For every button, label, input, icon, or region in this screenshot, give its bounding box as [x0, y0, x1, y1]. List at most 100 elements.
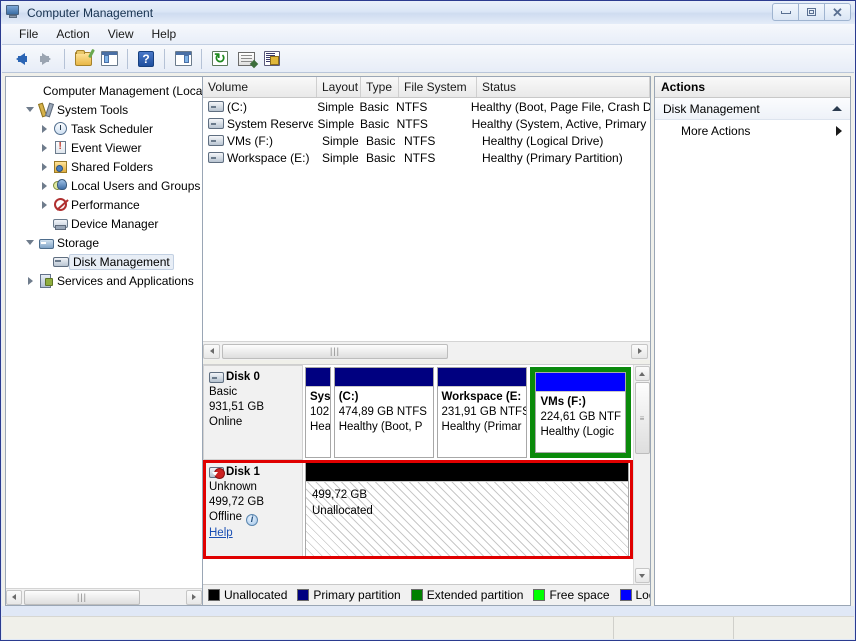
disk1-info[interactable]: Disk 1 Unknown 499,72 GB Offlinei Help: [203, 460, 303, 559]
forward-button[interactable]: [34, 47, 58, 71]
tree-item-storage[interactable]: Storage: [6, 233, 202, 252]
legend-swatch-icon: [297, 589, 309, 601]
action-more-actions[interactable]: More Actions: [655, 120, 850, 142]
partition-c-drive[interactable]: (C:) 474,89 GB NTFS Healthy (Boot, P: [334, 367, 434, 458]
vollist-scroll-thumb[interactable]: |||: [222, 344, 448, 359]
chevron-down-icon[interactable]: [23, 240, 37, 245]
volume-row[interactable]: System ReservedSimpleBasicNTFSHealthy (S…: [203, 115, 650, 132]
info-icon[interactable]: i: [246, 514, 258, 526]
tree-item-shared-folders[interactable]: Shared Folders: [6, 157, 202, 176]
chevron-right-icon[interactable]: [37, 125, 51, 133]
column-header-status[interactable]: Status: [477, 77, 650, 97]
partition-workspace-e[interactable]: Workspace (E: 231,91 GB NTFS Healthy (Pr…: [437, 367, 528, 458]
disk-canvas: Disk 0 Basic 931,51 GB Online Syst: [203, 365, 633, 584]
column-header-layout[interactable]: Layout: [317, 77, 361, 97]
toolbar-separator-2: [127, 49, 128, 69]
disk-scroll-down-button[interactable]: [635, 568, 650, 583]
volume-list-horizontal-scrollbar[interactable]: |||: [203, 341, 650, 360]
partition-text: Workspace (E: 231,91 GB NTFS Healthy (Pr…: [438, 386, 527, 457]
event-viewer-icon: [51, 141, 69, 154]
menu-view[interactable]: View: [99, 25, 143, 43]
menu-bar: File Action View Help: [2, 24, 854, 45]
column-header-type[interactable]: Type: [361, 77, 399, 97]
disk0-info[interactable]: Disk 0 Basic 931,51 GB Online: [203, 365, 303, 460]
partition-name: Workspace (E:: [442, 390, 523, 405]
properties-button[interactable]: [234, 47, 258, 71]
tree-scroll-left-button[interactable]: [6, 590, 22, 605]
tree-item-task-scheduler[interactable]: Task Scheduler: [6, 119, 202, 138]
unallocated-space-block[interactable]: 499,72 GB Unallocated: [305, 462, 629, 557]
volume-cell-status: Healthy (System, Active, Primary P: [467, 117, 650, 131]
disk-scroll-up-button[interactable]: [635, 366, 650, 381]
column-header-volume[interactable]: Volume: [203, 77, 317, 97]
chevron-right-icon[interactable]: [37, 201, 51, 209]
disk-row-disk0[interactable]: Disk 0 Basic 931,51 GB Online Syst: [203, 365, 633, 460]
export-list-button[interactable]: [260, 47, 284, 71]
chevron-right-icon[interactable]: [23, 277, 37, 285]
menu-file[interactable]: File: [10, 25, 47, 43]
volume-row[interactable]: Workspace (E:)SimpleBasicNTFSHealthy (Pr…: [203, 149, 650, 166]
chevron-down-icon[interactable]: [23, 107, 37, 112]
tree-item-label: Shared Folders: [69, 160, 153, 174]
column-header-file-system[interactable]: File System: [399, 77, 477, 97]
legend-label: Extended partition: [427, 588, 524, 602]
chevron-right-icon[interactable]: [37, 182, 51, 190]
extended-partition-frame: VMs (F:) 224,61 GB NTF Healthy (Logic: [530, 367, 631, 458]
help-button[interactable]: ?: [134, 47, 158, 71]
actions-pane-title: Actions: [655, 77, 850, 98]
grip-icon: |||: [77, 593, 87, 602]
chevron-right-icon[interactable]: [37, 144, 51, 152]
volume-cell-text: Basic: [360, 117, 389, 131]
minimize-button[interactable]: [772, 3, 799, 21]
column-header-label: Status: [482, 80, 516, 94]
menu-action[interactable]: Action: [47, 25, 98, 43]
graphical-disk-view: Disk 0 Basic 931,51 GB Online Syst: [203, 364, 650, 584]
vollist-scroll-right-button[interactable]: [631, 344, 648, 359]
tree-item-computer-management-local[interactable]: Computer Management (Local: [6, 81, 202, 100]
minimize-icon: [781, 11, 791, 14]
volume-cell-type: Basic: [361, 134, 399, 148]
computer-icon: [23, 85, 41, 97]
chevron-right-icon[interactable]: [37, 163, 51, 171]
partition-vms-f[interactable]: VMs (F:) 224,61 GB NTF Healthy (Logic: [535, 372, 626, 453]
tree-item-system-tools[interactable]: System Tools: [6, 100, 202, 119]
volume-cell-type: Basic: [355, 117, 392, 131]
partition-system-reserved[interactable]: Syst 102 Hea: [305, 367, 331, 458]
tree-horizontal-scrollbar[interactable]: |||: [6, 588, 202, 605]
legend-label: Free space: [549, 588, 609, 602]
title-bar[interactable]: Computer Management ✕: [1, 1, 855, 24]
partition-size: 102: [310, 405, 326, 420]
tree-scroll-thumb[interactable]: |||: [24, 590, 139, 605]
tree-item-event-viewer[interactable]: Event Viewer: [6, 138, 202, 157]
disk-scroll-thumb[interactable]: ≡: [635, 382, 650, 454]
tree-item-device-manager[interactable]: Device Manager: [6, 214, 202, 233]
tree-item-disk-management[interactable]: Disk Management: [6, 252, 202, 271]
volume-cell-type: Basic: [361, 151, 399, 165]
show-hide-action-pane-button[interactable]: [171, 47, 195, 71]
tree-item-services-and-applications[interactable]: Services and Applications: [6, 271, 202, 290]
back-button[interactable]: [8, 47, 32, 71]
volume-cell-volume: System Reserved: [203, 117, 313, 131]
refresh-button[interactable]: [208, 47, 232, 71]
disk-view-vertical-scrollbar[interactable]: ≡: [633, 365, 650, 584]
services-icon: [37, 274, 55, 287]
volume-cell-volume: Workspace (E:): [203, 151, 317, 165]
volume-cell-layout: Simple: [313, 117, 355, 131]
tree-scroll-right-button[interactable]: [186, 590, 202, 605]
menu-help[interactable]: Help: [143, 25, 186, 43]
tree-item-performance[interactable]: Performance: [6, 195, 202, 214]
actions-group-disk-management[interactable]: Disk Management: [655, 98, 850, 120]
shared-folders-icon: [51, 161, 69, 173]
maximize-button[interactable]: [798, 3, 825, 21]
vollist-scroll-left-button[interactable]: [203, 344, 220, 359]
disk1-help-link[interactable]: Help: [209, 526, 297, 541]
disk-row-disk1[interactable]: Disk 1 Unknown 499,72 GB Offlinei Help: [203, 460, 633, 559]
show-hide-console-tree-button[interactable]: [97, 47, 121, 71]
volume-row[interactable]: VMs (F:)SimpleBasicNTFSHealthy (Logical …: [203, 132, 650, 149]
close-button[interactable]: ✕: [824, 3, 851, 21]
up-folder-button[interactable]: [71, 47, 95, 71]
console-tree-icon: [101, 51, 118, 66]
tree-item-local-users-and-groups[interactable]: Local Users and Groups: [6, 176, 202, 195]
clock-icon: [51, 122, 69, 135]
volume-row[interactable]: (C:)SimpleBasicNTFSHealthy (Boot, Page F…: [203, 98, 650, 115]
